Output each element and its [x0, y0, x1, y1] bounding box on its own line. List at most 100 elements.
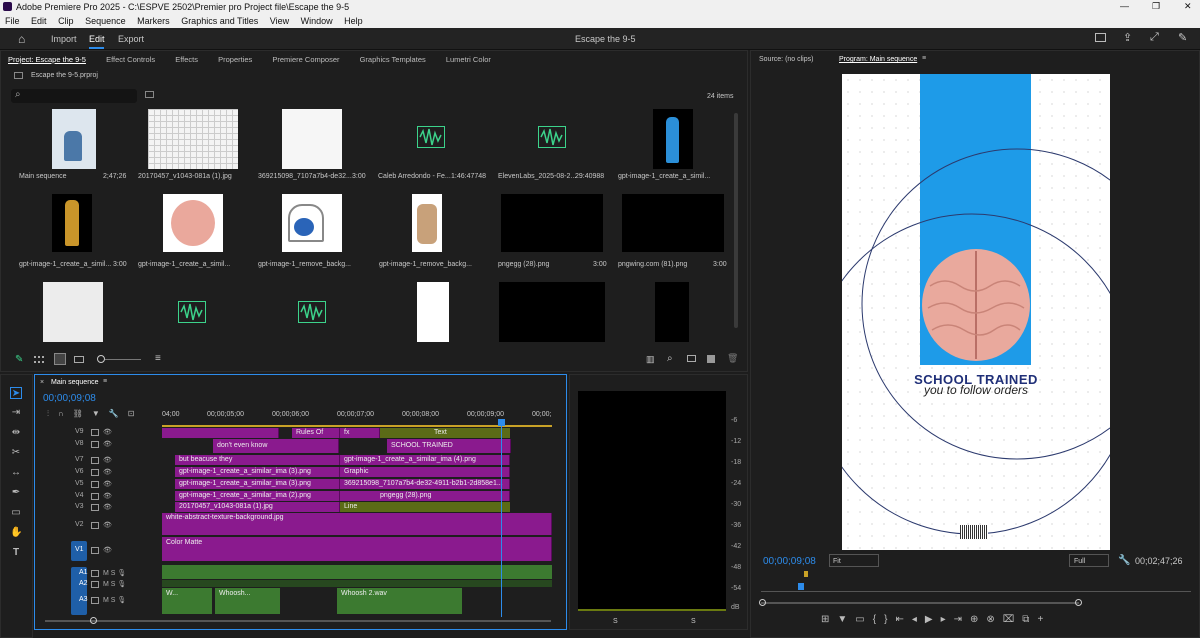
add-marker-icon[interactable]: ▼ — [92, 409, 109, 418]
toggle-sync-icon[interactable] — [91, 596, 99, 604]
toggle-sync-icon[interactable] — [91, 456, 99, 464]
feedback-icon[interactable]: ✎ — [1178, 31, 1187, 44]
toggle-sync-icon[interactable] — [91, 580, 99, 588]
tab-program[interactable]: Program: Main sequence — [839, 56, 917, 63]
clip-dont-even-know[interactable]: don't even know — [213, 439, 339, 453]
solo-left[interactable]: S — [613, 618, 618, 625]
mute-icon[interactable]: M — [103, 570, 109, 577]
clip-but-because[interactable]: but beacuse they — [175, 455, 340, 465]
thumb-audio-whoosh[interactable] — [178, 301, 206, 323]
toggle-sync-icon[interactable] — [91, 440, 99, 448]
thumb-pngegg[interactable] — [501, 194, 603, 252]
eye-icon[interactable]: 👁 — [103, 441, 112, 448]
track-header-v8[interactable]: V8 👁 — [75, 440, 195, 451]
zoom-slider-handle[interactable] — [97, 355, 105, 363]
clip-whoosh-b[interactable]: Whoosh... — [215, 588, 280, 614]
zoom-handle-left[interactable] — [759, 599, 766, 606]
mic-icon[interactable]: 🎙 — [117, 597, 126, 604]
new-item-icon[interactable] — [707, 355, 715, 363]
tab-export[interactable]: Export — [118, 34, 144, 44]
linked-selection-icon[interactable]: ⛓ — [73, 409, 92, 418]
clip-audio-a1[interactable] — [162, 565, 552, 579]
razor-tool-icon[interactable]: ✂ — [10, 447, 22, 459]
mic-icon[interactable]: 🎙 — [117, 581, 126, 588]
tab-import[interactable]: Import — [51, 34, 77, 44]
tab-edit[interactable]: Edit — [89, 34, 105, 44]
clip-v9-a[interactable] — [162, 428, 279, 438]
solo-icon[interactable]: S — [111, 581, 116, 588]
menu-help[interactable]: Help — [344, 16, 363, 26]
mute-icon[interactable]: M — [103, 597, 109, 604]
menu-file[interactable]: File — [5, 16, 20, 26]
eye-icon[interactable]: 👁 — [103, 504, 112, 511]
snap-icon[interactable]: ∩ — [58, 409, 73, 418]
nest-icon[interactable]: ⫶ — [47, 409, 58, 418]
add-icon[interactable]: + — [1037, 614, 1051, 625]
toggle-sync-icon[interactable] — [91, 503, 99, 511]
timeline-scroll-track[interactable] — [95, 620, 551, 622]
toggle-sync-icon[interactable] — [91, 480, 99, 488]
menu-clip[interactable]: Clip — [58, 16, 74, 26]
hand-tool-icon[interactable]: ✋ — [10, 527, 22, 539]
safe-margins-icon[interactable]: ▭ — [855, 614, 872, 625]
thumb-pngwing[interactable] — [622, 194, 724, 252]
pen-tool-icon[interactable]: ✒ — [10, 487, 22, 499]
solo-right[interactable]: S — [691, 618, 696, 625]
rectangle-tool-icon[interactable]: ▭ — [10, 507, 22, 519]
playhead-marker[interactable] — [804, 571, 808, 577]
clip-white-bg[interactable]: white-abstract-texture-background.jpg — [162, 513, 552, 535]
panel-menu-icon[interactable]: ≡ — [922, 55, 926, 62]
selection-tool-icon[interactable]: ➤ — [10, 387, 22, 399]
timeline-scroll-handle[interactable] — [90, 617, 97, 624]
zoom-slider-track[interactable] — [105, 359, 141, 360]
mute-icon[interactable]: M — [103, 581, 109, 588]
toggle-sync-icon[interactable] — [91, 428, 99, 436]
thumb-white-image[interactable] — [282, 109, 342, 169]
eye-icon[interactable]: 👁 — [103, 481, 112, 488]
toggle-sync-icon[interactable] — [91, 468, 99, 476]
add-marker-icon[interactable]: ▼ — [837, 614, 855, 625]
playhead-thumb[interactable] — [798, 583, 804, 590]
eye-icon[interactable]: 👁 — [103, 547, 112, 554]
tab-premiere-composer[interactable]: Premiere Composer — [272, 55, 339, 64]
thumb-gold-king[interactable] — [52, 194, 92, 252]
toggle-sync-icon[interactable] — [91, 569, 99, 577]
clip-fx[interactable]: fx — [340, 428, 380, 438]
menu-markers[interactable]: Markers — [137, 16, 170, 26]
trash-icon[interactable]: 🗑 — [727, 353, 738, 364]
panel-layout-icon[interactable] — [1095, 33, 1106, 42]
search-input[interactable]: ⌕ — [11, 89, 137, 103]
thumb-white-texture[interactable] — [43, 282, 103, 342]
menu-sequence[interactable]: Sequence — [85, 16, 126, 26]
timeline-scroll-left[interactable] — [45, 620, 95, 622]
icon-view-icon[interactable] — [54, 353, 66, 365]
quality-dropdown[interactable] — [1069, 554, 1109, 567]
clip-gpt-2[interactable]: gpt-image-1_create_a_similar_ima (2).png — [175, 491, 340, 501]
clip-rules-of[interactable]: Rules Of — [292, 428, 340, 438]
zoom-handle-right[interactable] — [1075, 599, 1082, 606]
close-sequence-icon[interactable]: × — [40, 379, 44, 386]
eye-icon[interactable]: 👁 — [103, 429, 112, 436]
compare-icon[interactable]: ⧉ — [1022, 614, 1037, 625]
sequence-menu-icon[interactable]: ≡ — [103, 378, 107, 385]
thumb-main-sequence[interactable] — [52, 109, 96, 169]
freeform-view-icon[interactable] — [74, 356, 84, 363]
mic-icon[interactable]: 🎙 — [117, 570, 126, 577]
minimize-button[interactable]: — — [1120, 1, 1129, 11]
program-frame[interactable]: SCHOOL TRAINED you to follow orders — [842, 74, 1110, 550]
clip-color-matte[interactable]: Color Matte — [162, 537, 552, 561]
maximize-button[interactable]: ❐ — [1152, 1, 1160, 12]
new-bin-icon[interactable] — [687, 355, 696, 362]
play-icon[interactable]: ▶ — [925, 614, 941, 625]
fit-dropdown[interactable] — [829, 554, 879, 567]
menu-window[interactable]: Window — [301, 16, 333, 26]
timeline-timecode[interactable]: 00;00;09;08 — [43, 393, 96, 404]
menu-edit[interactable]: Edit — [31, 16, 47, 26]
thumb-audio-whoosh-2[interactable] — [298, 301, 326, 323]
tab-source[interactable]: Source: (no clips) — [759, 56, 813, 63]
slip-tool-icon[interactable]: ↔ — [10, 467, 22, 479]
insert-icon[interactable]: ⊕ — [970, 614, 986, 625]
clip-whoosh-2[interactable]: Whoosh 2.wav — [337, 588, 462, 614]
thumb-blue-king[interactable] — [653, 109, 693, 169]
eye-icon[interactable]: 👁 — [103, 493, 112, 500]
